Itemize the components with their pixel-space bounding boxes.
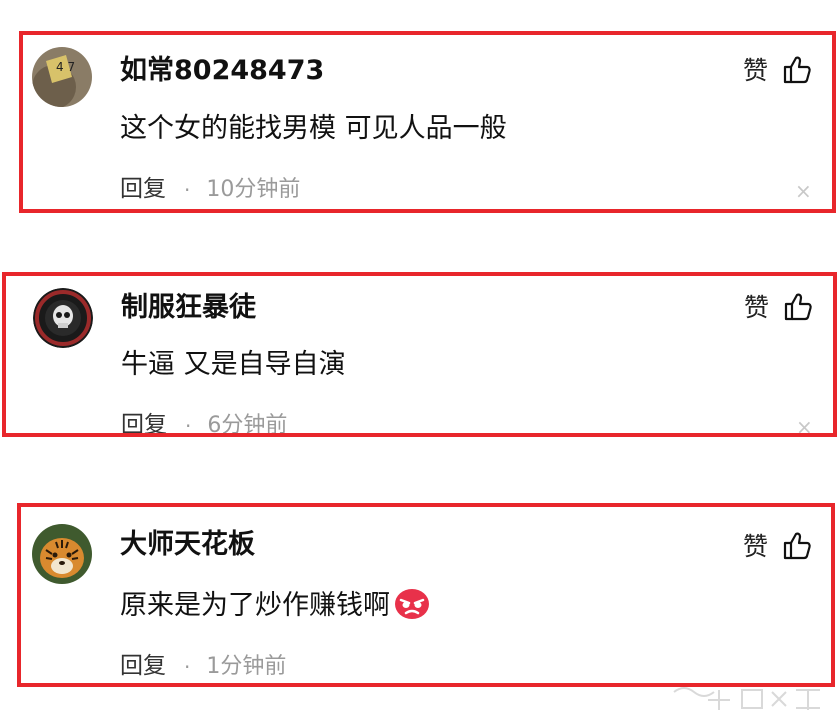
like-label: 赞	[743, 531, 769, 561]
reply-button[interactable]: 回复	[120, 655, 166, 678]
comment-text: 原来是为了炒作赚钱啊	[120, 588, 430, 625]
angry-face-emoji-icon	[394, 588, 430, 625]
separator-dot: ·	[184, 177, 191, 202]
reply-row: 回复 · 10分钟前	[120, 178, 300, 201]
reply-row: 回复 · 1分钟前	[120, 655, 286, 678]
comment-card: 制服狂暴徒 牛逼 又是自导自演 赞 回复 · 6分钟前 ×	[2, 272, 837, 437]
watermark-logo	[673, 687, 820, 710]
avatar-text: 4 7	[56, 60, 75, 74]
like-button[interactable]: 赞	[744, 292, 813, 322]
reply-row: 回复 · 6分钟前	[121, 412, 288, 437]
timestamp: 10分钟前	[206, 176, 301, 202]
comment-card: 4 7 如常80248473 这个女的能找男模 可见人品一般 赞 回复 · 10…	[19, 31, 836, 213]
username[interactable]: 制服狂暴徒	[121, 294, 256, 321]
separator-dot: ·	[185, 413, 192, 437]
tiger-avatar-icon	[32, 524, 92, 584]
reply-button[interactable]: 回复	[121, 414, 167, 434]
like-label: 赞	[744, 292, 770, 322]
skull-badge-avatar-icon	[33, 288, 93, 348]
thumbs-up-icon	[783, 56, 811, 84]
reply-button[interactable]: 回复	[120, 178, 166, 201]
timestamp: 1分钟前	[206, 653, 287, 679]
like-button[interactable]: 赞	[743, 531, 812, 561]
close-icon[interactable]: ×	[795, 181, 812, 201]
user-avatar[interactable]	[33, 288, 93, 348]
comment-text: 这个女的能找男模 可见人品一般	[120, 113, 507, 144]
timestamp: 6分钟前	[207, 412, 288, 437]
comment-text: 牛逼 又是自导自演	[121, 349, 346, 380]
like-button[interactable]: 赞	[743, 55, 812, 85]
username[interactable]: 大师天花板	[120, 531, 255, 558]
like-label: 赞	[743, 55, 769, 85]
thumbs-up-icon	[784, 293, 812, 321]
close-icon[interactable]: ×	[796, 417, 813, 433]
thumbs-up-icon	[783, 532, 811, 560]
user-avatar-yellow-card-icon: 4 7	[32, 47, 92, 107]
username[interactable]: 如常80248473	[120, 57, 324, 84]
comment-text-body: 原来是为了炒作赚钱啊	[120, 590, 390, 621]
comment-card: 大师天花板 原来是为了炒作赚钱啊 赞 回复 · 1分钟前	[17, 503, 835, 687]
user-avatar[interactable]: 4 7	[32, 47, 92, 107]
user-avatar[interactable]	[32, 524, 92, 584]
separator-dot: ·	[184, 654, 191, 679]
